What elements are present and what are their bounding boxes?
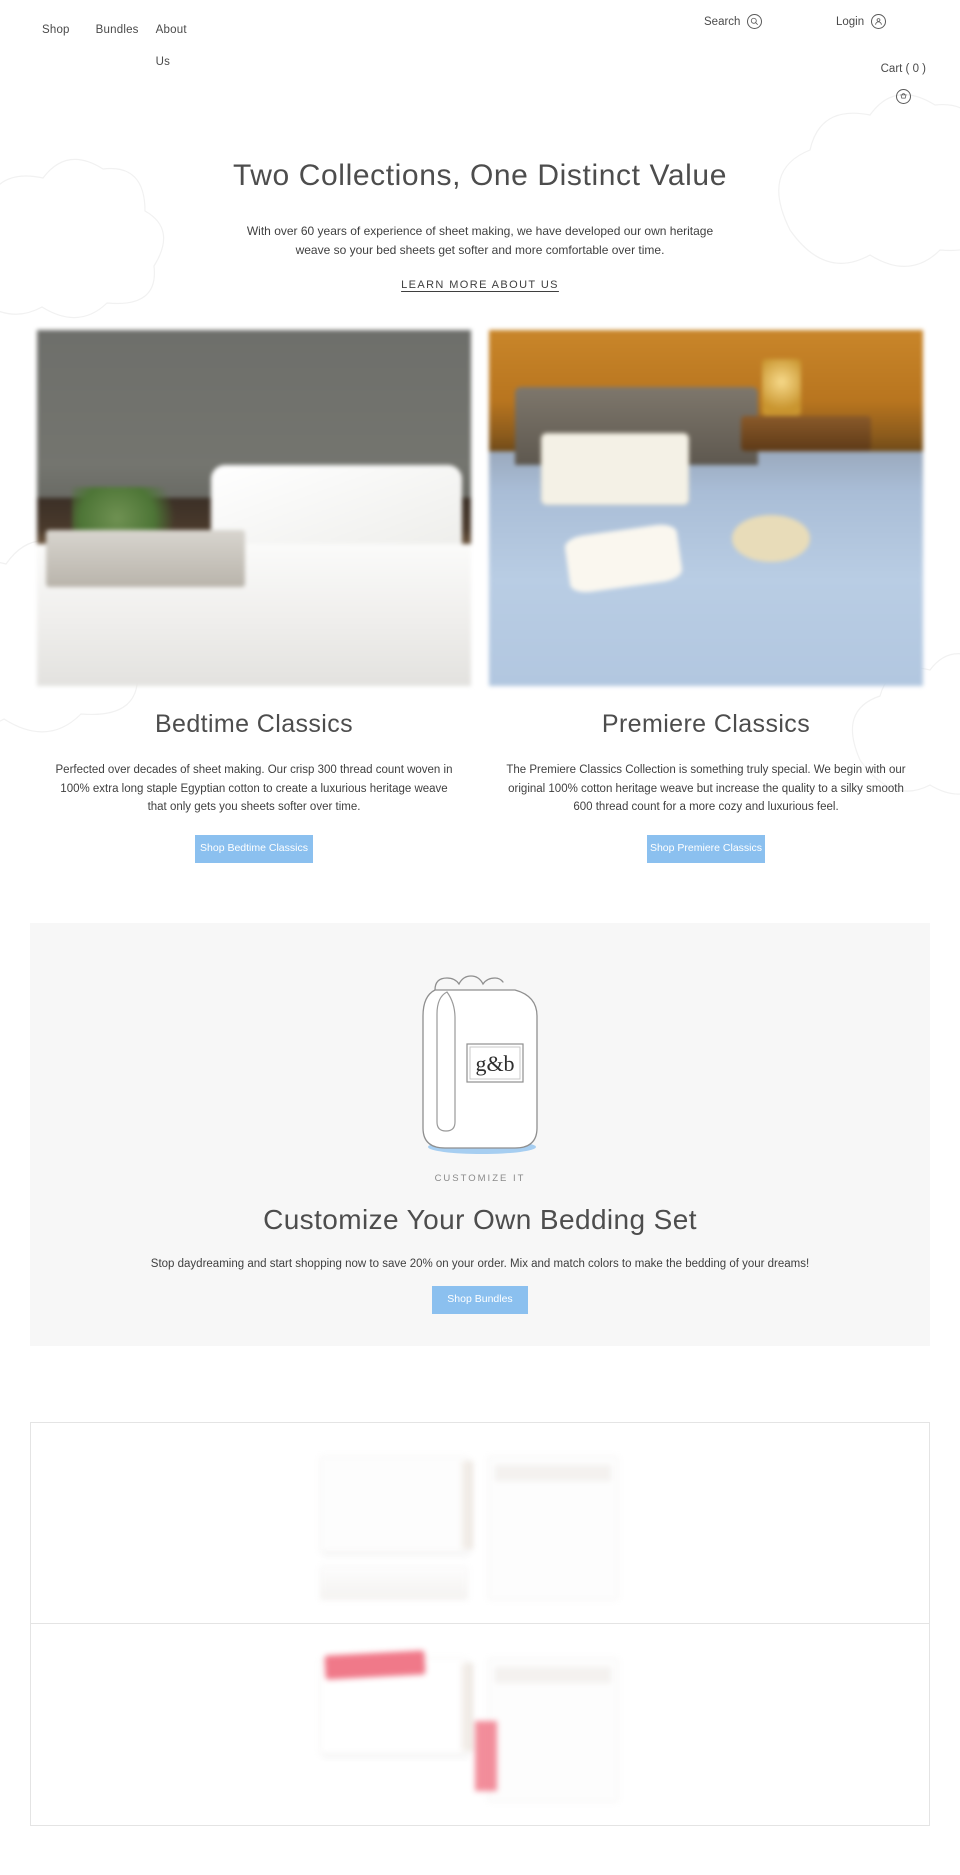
collection-body-premiere-classics: The Premiere Classics Collection is some… <box>506 764 906 814</box>
customize-body: Stop daydreaming and start shopping now … <box>150 1258 810 1271</box>
shop-bundles-button[interactable]: Shop Bundles <box>432 1286 528 1315</box>
cart-icon <box>895 89 911 104</box>
customize-eyebrow: CUSTOMIZE IT <box>434 1173 526 1185</box>
search-icon <box>747 14 763 29</box>
collection-title-bedtime-classics: Bedtime Classics <box>154 710 354 739</box>
customize-section: g&b CUSTOMIZE IT Customize Your Own Bedd… <box>30 923 930 1347</box>
shop-premiere-classics-button[interactable]: Shop Premiere Classics <box>647 835 765 864</box>
nav-item-about-us[interactable]: About Us <box>156 14 190 78</box>
bag-illustration: g&b <box>30 941 930 1159</box>
search-button[interactable]: Search <box>704 14 763 29</box>
cart-button[interactable]: Cart ( 0 ) <box>881 63 926 104</box>
collections-section: Bedtime Classics Perfected over decades … <box>0 330 960 864</box>
collection-card-bedtime-classics: Bedtime Classics Perfected over decades … <box>37 330 471 864</box>
page-title: Two Collections, One Distinct Value <box>233 159 727 192</box>
nav-item-bundles[interactable]: Bundles <box>96 14 139 46</box>
site-header: Shop Bundles About Us Search Login Cart … <box>0 0 960 130</box>
user-icon <box>871 14 887 29</box>
intro-body: With over 60 years of experience of shee… <box>246 224 714 257</box>
product-image-white-sheet-set <box>320 1448 640 1601</box>
intro-section: Two Collections, One Distinct Value With… <box>0 130 960 293</box>
collection-image-premiere-classics <box>489 330 923 687</box>
product-panel-white-sheet-set[interactable] <box>30 1422 930 1625</box>
collection-title-premiere-classics: Premiere Classics <box>601 710 811 739</box>
product-panel-pink-sheet-set[interactable] <box>30 1624 930 1827</box>
utility-navigation: Search Login Cart ( 0 ) <box>704 14 934 124</box>
login-label: Login <box>836 15 865 28</box>
primary-navigation: Shop Bundles About Us <box>42 14 190 78</box>
product-image-pink-sheet-set <box>320 1650 640 1802</box>
cart-label: Cart ( 0 ) <box>880 63 926 75</box>
shop-bedtime-classics-button[interactable]: Shop Bedtime Classics <box>195 835 313 864</box>
customize-title: Customize Your Own Bedding Set <box>263 1204 697 1236</box>
login-button[interactable]: Login <box>836 14 887 29</box>
learn-more-link[interactable]: LEARN MORE ABOUT US <box>401 279 559 291</box>
bag-logo-text: g&b <box>475 1051 514 1076</box>
collection-body-bedtime-classics: Perfected over decades of sheet making. … <box>55 764 453 814</box>
product-panels-section <box>30 1422 930 1827</box>
collection-image-bedtime-classics <box>37 330 471 687</box>
nav-item-shop[interactable]: Shop <box>42 14 70 46</box>
search-label: Search <box>704 15 741 28</box>
collection-card-premiere-classics: Premiere Classics The Premiere Classics … <box>489 330 923 864</box>
